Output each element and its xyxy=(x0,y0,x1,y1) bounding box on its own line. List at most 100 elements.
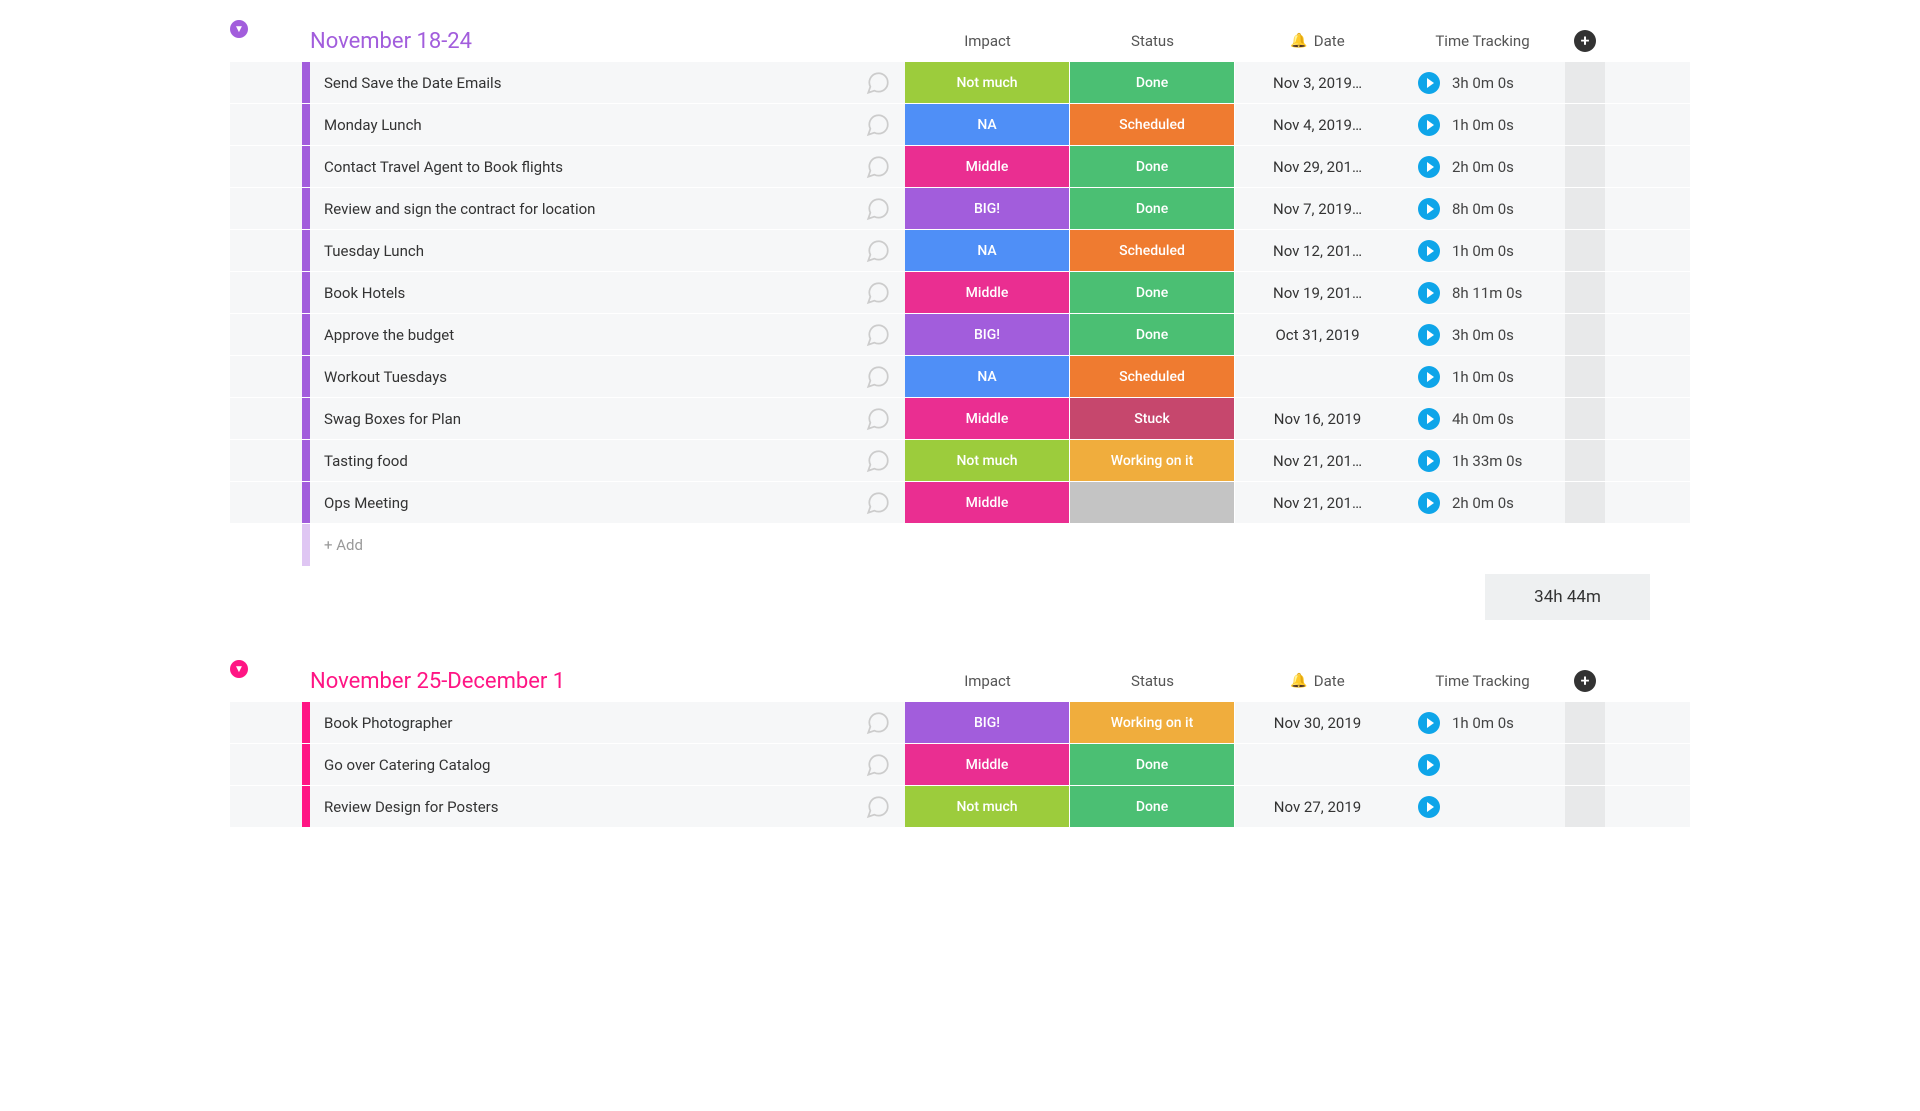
chat-icon[interactable] xyxy=(865,364,891,390)
status-cell[interactable]: Working on it xyxy=(1070,702,1235,743)
date-cell[interactable]: Nov 21, 201… xyxy=(1235,452,1400,470)
impact-cell[interactable]: NA xyxy=(905,356,1070,397)
chat-icon[interactable] xyxy=(865,154,891,180)
column-header-time[interactable]: Time Tracking xyxy=(1400,32,1565,50)
play-icon[interactable] xyxy=(1418,240,1440,262)
time-cell[interactable]: 1h 0m 0s xyxy=(1400,114,1565,136)
impact-cell[interactable]: BIG! xyxy=(905,702,1070,743)
time-cell[interactable]: 3h 0m 0s xyxy=(1400,324,1565,346)
status-cell[interactable]: Scheduled xyxy=(1070,356,1235,397)
status-cell[interactable]: Done xyxy=(1070,314,1235,355)
table-row[interactable]: Go over Catering CatalogMiddleDone xyxy=(230,744,1690,786)
play-icon[interactable] xyxy=(1418,366,1440,388)
table-row[interactable]: Workout Tuesdays NAScheduled 1h 0m 0s xyxy=(230,356,1690,398)
column-header-status[interactable]: Status xyxy=(1070,672,1235,690)
status-cell[interactable]: Done xyxy=(1070,62,1235,103)
chat-icon[interactable] xyxy=(865,710,891,736)
date-cell[interactable]: Nov 12, 201… xyxy=(1235,242,1400,260)
table-row[interactable]: Monday LunchNAScheduledNov 4, 2019…1h 0m… xyxy=(230,104,1690,146)
time-cell[interactable]: 1h 0m 0s xyxy=(1400,712,1565,734)
table-row[interactable]: Review and sign the contract for locatio… xyxy=(230,188,1690,230)
table-row[interactable]: Book PhotographerBIG!Working on itNov 30… xyxy=(230,702,1690,744)
play-icon[interactable] xyxy=(1418,114,1440,136)
play-icon[interactable] xyxy=(1418,324,1440,346)
date-cell[interactable]: Nov 21, 201… xyxy=(1235,494,1400,512)
column-header-impact[interactable]: Impact xyxy=(905,672,1070,690)
column-header-status[interactable]: Status xyxy=(1070,32,1235,50)
group-collapse-toggle[interactable]: ▼ xyxy=(230,20,248,38)
chat-icon[interactable] xyxy=(865,322,891,348)
play-icon[interactable] xyxy=(1418,408,1440,430)
date-cell[interactable]: Nov 16, 2019 xyxy=(1235,410,1400,428)
column-header-date[interactable]: 🔔Date xyxy=(1235,32,1400,50)
play-icon[interactable] xyxy=(1418,198,1440,220)
impact-cell[interactable]: BIG! xyxy=(905,188,1070,229)
time-cell[interactable]: 1h 0m 0s xyxy=(1400,366,1565,388)
play-icon[interactable] xyxy=(1418,72,1440,94)
time-cell[interactable]: 1h 33m 0s xyxy=(1400,450,1565,472)
add-row[interactable]: + Add xyxy=(230,524,1690,566)
impact-cell[interactable]: Middle xyxy=(905,272,1070,313)
chat-icon[interactable] xyxy=(865,112,891,138)
task-name[interactable]: Ops Meeting xyxy=(310,494,850,512)
time-cell[interactable] xyxy=(1400,796,1565,818)
add-column-button[interactable]: + xyxy=(1574,30,1596,52)
impact-cell[interactable]: Middle xyxy=(905,398,1070,439)
time-cell[interactable]: 2h 0m 0s xyxy=(1400,156,1565,178)
chat-icon[interactable] xyxy=(865,196,891,222)
status-cell[interactable] xyxy=(1070,482,1235,523)
chat-icon[interactable] xyxy=(865,448,891,474)
table-row[interactable]: Swag Boxes for Plan MiddleStuckNov 16, 20… xyxy=(230,398,1690,440)
task-name[interactable]: Review and sign the contract for locatio… xyxy=(310,200,850,218)
group-collapse-toggle[interactable]: ▼ xyxy=(230,660,248,678)
status-cell[interactable]: Stuck xyxy=(1070,398,1235,439)
table-row[interactable]: Book HotelsMiddleDoneNov 19, 201…8h 11m … xyxy=(230,272,1690,314)
table-row[interactable]: Tasting foodNot muchWorking on itNov 21,… xyxy=(230,440,1690,482)
task-name[interactable]: Tasting food xyxy=(310,452,850,470)
chat-icon[interactable] xyxy=(865,490,891,516)
play-icon[interactable] xyxy=(1418,712,1440,734)
status-cell[interactable]: Scheduled xyxy=(1070,230,1235,271)
table-row[interactable]: Review Design for PostersNot muchDoneNov… xyxy=(230,786,1690,828)
time-cell[interactable]: 4h 0m 0s xyxy=(1400,408,1565,430)
chat-icon[interactable] xyxy=(865,752,891,778)
play-icon[interactable] xyxy=(1418,282,1440,304)
task-name[interactable]: Go over Catering Catalog xyxy=(310,756,850,774)
date-cell[interactable]: Nov 29, 201… xyxy=(1235,158,1400,176)
task-name[interactable]: Swag Boxes for Plan xyxy=(310,410,850,428)
table-row[interactable]: Send Save the Date EmailsNot muchDoneNov… xyxy=(230,62,1690,104)
chat-icon[interactable] xyxy=(865,794,891,820)
chat-icon[interactable] xyxy=(865,238,891,264)
add-column-button[interactable]: + xyxy=(1574,670,1596,692)
task-name[interactable]: Contact Travel Agent to Book flights xyxy=(310,158,850,176)
time-cell[interactable]: 1h 0m 0s xyxy=(1400,240,1565,262)
column-header-time[interactable]: Time Tracking xyxy=(1400,672,1565,690)
table-row[interactable]: Approve the budget BIG!DoneOct 31, 20193h… xyxy=(230,314,1690,356)
play-icon[interactable] xyxy=(1418,492,1440,514)
date-cell[interactable]: Nov 19, 201… xyxy=(1235,284,1400,302)
column-header-impact[interactable]: Impact xyxy=(905,32,1070,50)
column-header-date[interactable]: 🔔Date xyxy=(1235,672,1400,690)
status-cell[interactable]: Done xyxy=(1070,146,1235,187)
task-name[interactable]: Workout Tuesdays xyxy=(310,368,850,386)
impact-cell[interactable]: BIG! xyxy=(905,314,1070,355)
table-row[interactable]: Tuesday LunchNAScheduledNov 12, 201…1h 0… xyxy=(230,230,1690,272)
impact-cell[interactable]: Middle xyxy=(905,482,1070,523)
date-cell[interactable]: Nov 4, 2019… xyxy=(1235,116,1400,134)
status-cell[interactable]: Scheduled xyxy=(1070,104,1235,145)
date-cell[interactable]: Oct 31, 2019 xyxy=(1235,326,1400,344)
impact-cell[interactable]: NA xyxy=(905,230,1070,271)
play-icon[interactable] xyxy=(1418,796,1440,818)
time-cell[interactable]: 3h 0m 0s xyxy=(1400,72,1565,94)
task-name[interactable]: Monday Lunch xyxy=(310,116,850,134)
chat-icon[interactable] xyxy=(865,406,891,432)
task-name[interactable]: Book Hotels xyxy=(310,284,850,302)
task-name[interactable]: Approve the budget xyxy=(310,326,850,344)
status-cell[interactable]: Done xyxy=(1070,188,1235,229)
impact-cell[interactable]: Middle xyxy=(905,146,1070,187)
chat-icon[interactable] xyxy=(865,70,891,96)
date-cell[interactable]: Nov 30, 2019 xyxy=(1235,714,1400,732)
task-name[interactable]: Review Design for Posters xyxy=(310,798,850,816)
group-title[interactable]: November 25-December 1 xyxy=(310,669,565,694)
time-cell[interactable]: 2h 0m 0s xyxy=(1400,492,1565,514)
